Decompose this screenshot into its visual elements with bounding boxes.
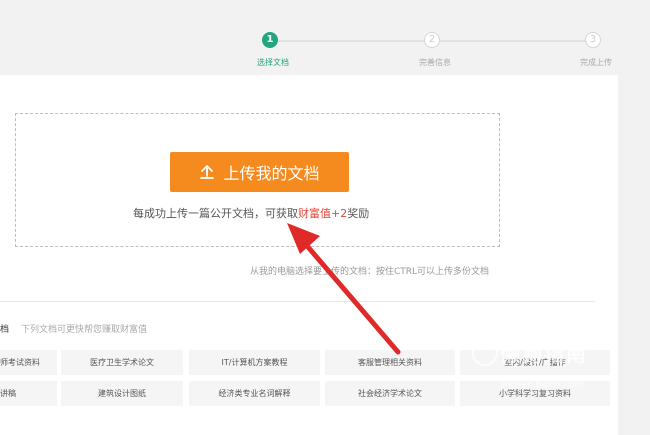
category-item[interactable]: 社会经济学术论文 — [325, 381, 455, 406]
category-item[interactable]: 医疗卫生学术论文 — [61, 350, 183, 375]
step-1-indicator: 1 — [262, 32, 278, 48]
reward-suffix: 奖励 — [347, 207, 370, 220]
upload-steps-bar: 1 选择文档 2 完善信息 3 完成上传 — [0, 0, 650, 75]
watermark-logo-icon — [472, 340, 498, 366]
upload-icon — [199, 164, 215, 180]
category-item[interactable]: 师考试资料 — [0, 350, 57, 375]
category-item[interactable]: 讲稿 — [0, 381, 57, 406]
watermark-url: jingyan.baidu.com — [500, 380, 584, 390]
category-item[interactable]: IT/计算机方案教程 — [189, 350, 320, 375]
step-2-label: 完善信息 — [419, 58, 451, 67]
upload-button-label: 上传我的文档 — [223, 164, 320, 183]
section-title: 档 — [0, 325, 10, 335]
reward-prefix: 每成功上传一篇公开文档，可获取 — [133, 207, 298, 220]
step-connector — [270, 40, 432, 42]
step-1-label: 选择文档 — [257, 58, 289, 67]
section-subtitle: 下列文档可更快帮您赚取财富值 — [21, 325, 148, 335]
step-2-indicator: 2 — [424, 32, 440, 48]
watermark: 懒狗指南 — [500, 342, 588, 366]
reward-highlight: 财富值+2 — [298, 207, 348, 220]
category-item[interactable]: 客服管理相关资料 — [325, 350, 455, 375]
upload-document-button[interactable]: 上传我的文档 — [170, 152, 349, 192]
category-item[interactable]: 建筑设计图纸 — [61, 381, 183, 406]
step-connector — [432, 40, 593, 42]
step-3-label: 完成上传 — [580, 58, 612, 67]
divider — [0, 301, 595, 302]
step-3-indicator: 3 — [585, 32, 601, 48]
category-item[interactable]: 经济类专业名词解释 — [189, 381, 320, 406]
upload-hint: 从我的电脑选择要上传的文档：按住CTRL可以上传多份文档 — [250, 267, 490, 277]
